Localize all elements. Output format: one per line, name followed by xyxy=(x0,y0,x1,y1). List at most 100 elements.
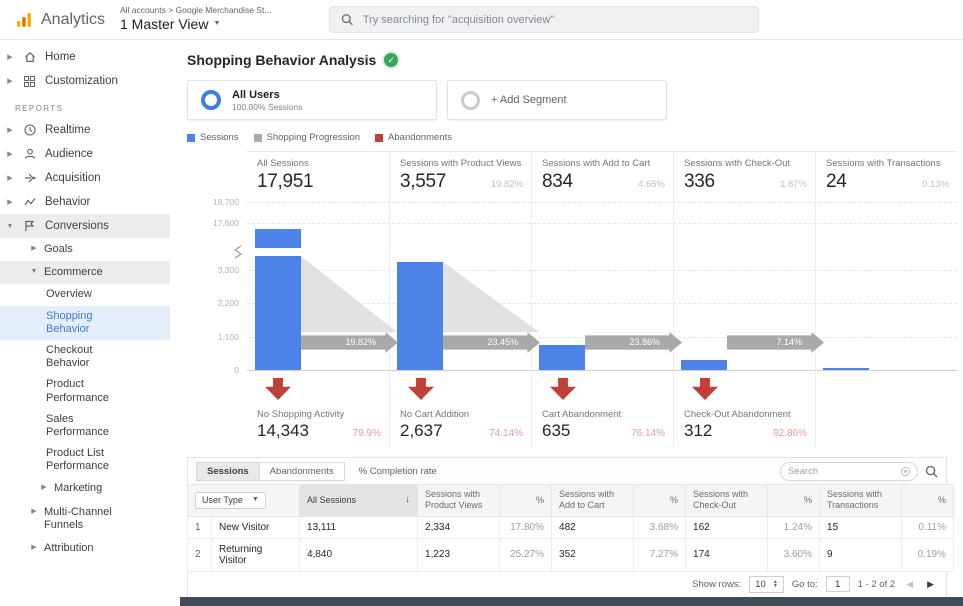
abandon-rate: 79.9% xyxy=(353,428,381,439)
funnel-stage-value: 3,557 xyxy=(400,171,446,193)
search-icon[interactable] xyxy=(925,465,938,478)
segment-all-users[interactable]: All Users 100.00% Sessions xyxy=(187,80,437,120)
sidebar-item-product-performance[interactable]: Product Performance xyxy=(0,374,170,408)
row-range: 1 - 2 of 2 xyxy=(858,579,896,590)
col-transactions-pct[interactable]: % xyxy=(902,485,954,517)
caret-right-icon: ▶ xyxy=(40,484,48,492)
prev-page-button[interactable]: ◀ xyxy=(903,579,916,590)
sidebar-item-label: Acquisition xyxy=(45,172,101,184)
caret-down-icon: ▼ xyxy=(30,268,38,276)
chart-gridline xyxy=(247,223,957,224)
cell-product-views-rate: 17.80% xyxy=(500,516,552,538)
col-all-sessions[interactable]: All Sessions ↓ xyxy=(300,485,418,517)
col-add-to-cart-pct[interactable]: % xyxy=(634,485,686,517)
goto-page-input[interactable] xyxy=(826,576,850,592)
app-name: Analytics xyxy=(41,11,105,29)
shopping-funnel: All Sessions17,951Sessions with Product … xyxy=(187,151,957,447)
progression-rate: 19.82% xyxy=(301,332,398,353)
legend-label: Sessions xyxy=(200,132,239,143)
table-toolbar: Sessions Abandonments % Completion rate xyxy=(187,457,947,484)
sidebar-item-audience[interactable]: ▶ Audience xyxy=(0,142,170,166)
advanced-search-icon[interactable] xyxy=(901,467,910,476)
col-product-views[interactable]: Sessions with Product Views xyxy=(418,485,500,517)
next-page-button[interactable]: ▶ xyxy=(924,579,937,590)
sidebar-item-goals[interactable]: ▶ Goals xyxy=(0,238,170,261)
segment-ring-icon xyxy=(201,90,221,110)
cell-add-to-cart: 482 xyxy=(552,516,634,538)
abandon-value: 635 xyxy=(542,421,570,441)
sidebar-item-conversions[interactable]: ▼ Conversions xyxy=(0,214,170,238)
breadcrumb[interactable]: All accounts > Google Merchandise St... xyxy=(120,5,271,16)
funnel-stage-header: Sessions with Check-Out3361.87% xyxy=(673,152,815,196)
global-search[interactable] xyxy=(329,6,759,33)
sidebar-item-marketing[interactable]: ▶ Marketing xyxy=(0,477,170,500)
sidebar-item-checkout-behavior[interactable]: Checkout Behavior xyxy=(0,340,170,374)
progression-rate: 23.45% xyxy=(443,332,540,353)
customization-icon xyxy=(22,76,37,87)
cell-user-type: New Visitor xyxy=(212,516,300,538)
completion-rate-label[interactable]: % Completion rate xyxy=(359,466,437,477)
funnel-stage-rate: 0.13% xyxy=(922,179,949,190)
col-checkout[interactable]: Sessions with Check-Out xyxy=(686,485,768,517)
view-selector[interactable]: 1 Master View ▼ xyxy=(120,16,271,34)
col-checkout-pct[interactable]: % xyxy=(768,485,820,517)
segment-name: All Users xyxy=(232,89,302,101)
table-search[interactable] xyxy=(780,462,918,481)
tab-sessions[interactable]: Sessions xyxy=(196,462,260,481)
table-row[interactable]: 2 Returning Visitor 4,840 1,223 25.27% 3… xyxy=(188,538,954,571)
abandon-value: 2,637 xyxy=(400,421,443,441)
table-search-input[interactable] xyxy=(788,466,896,477)
funnel-abandon-cell xyxy=(815,374,957,447)
sidebar-item-behavior[interactable]: ▶ Behavior xyxy=(0,190,170,214)
funnel-bar xyxy=(823,368,869,370)
progression-rate: 7.14% xyxy=(727,332,824,353)
funnel-stage-label: All Sessions xyxy=(257,158,381,169)
chart-gridline xyxy=(247,202,957,203)
col-product-views-pct[interactable]: % xyxy=(500,485,552,517)
cell-product-views: 1,223 xyxy=(418,538,500,571)
cell-add-to-cart: 352 xyxy=(552,538,634,571)
sidebar-item-label: Customization xyxy=(45,75,118,87)
abandon-label: No Cart Addition xyxy=(400,409,523,420)
show-rows-select[interactable]: 10 ▲▼ xyxy=(749,576,784,593)
progression-slope xyxy=(301,256,397,332)
conversions-flag-icon xyxy=(22,220,37,232)
sidebar-item-realtime[interactable]: ▶ Realtime xyxy=(0,118,170,142)
col-add-to-cart[interactable]: Sessions with Add to Cart xyxy=(552,485,634,517)
funnel-stage-value: 17,951 xyxy=(257,171,313,193)
row-index: 1 xyxy=(188,516,212,538)
sidebar-item-acquisition[interactable]: ▶ Acquisition xyxy=(0,166,170,190)
horizontal-scrollbar[interactable] xyxy=(180,597,963,606)
tab-abandonments[interactable]: Abandonments xyxy=(260,462,345,481)
funnel-headers: All Sessions17,951Sessions with Product … xyxy=(247,151,957,196)
y-axis-label: 0 xyxy=(189,365,239,375)
funnel-stage-header: Sessions with Add to Cart8344.65% xyxy=(531,152,673,196)
sidebar-item-shopping-behavior[interactable]: Shopping Behavior xyxy=(0,306,170,340)
sidebar-item-sales-performance[interactable]: Sales Performance xyxy=(0,409,170,443)
global-search-input[interactable] xyxy=(363,14,748,26)
legend-item-abandonments: Abandonments xyxy=(375,132,452,143)
audience-icon xyxy=(22,148,37,160)
user-type-dropdown[interactable]: User Type ▼ xyxy=(195,492,266,509)
cell-add-to-cart-rate: 7.27% xyxy=(634,538,686,571)
cell-user-type: Returning Visitor xyxy=(212,538,300,571)
sidebar-item-product-list-performance[interactable]: Product List Performance xyxy=(0,443,170,477)
table-footer: Show rows: 10 ▲▼ Go to: 1 - 2 of 2 ◀ ▶ xyxy=(187,572,947,598)
sidebar-item-label: Marketing xyxy=(54,482,102,495)
sidebar-item-attribution[interactable]: ▶ Attribution xyxy=(0,537,170,560)
caret-down-icon: ▼ xyxy=(6,223,14,230)
col-transactions[interactable]: Sessions with Transactions xyxy=(820,485,902,517)
funnel-bar xyxy=(397,262,443,370)
sidebar-item-multi-channel-funnels[interactable]: ▶ Multi-Channel Funnels xyxy=(0,501,170,537)
sidebar-item-overview[interactable]: Overview xyxy=(0,284,170,305)
sidebar-item-customization[interactable]: ▶ Customization xyxy=(0,69,170,93)
sidebar-item-home[interactable]: ▶ Home xyxy=(0,45,170,69)
y-axis-label: 3,300 xyxy=(189,265,239,275)
table-row[interactable]: 1 New Visitor 13,111 2,334 17.80% 482 3.… xyxy=(188,516,954,538)
legend-swatch-progression xyxy=(254,134,262,142)
cell-checkout: 162 xyxy=(686,516,768,538)
sidebar-item-ecommerce[interactable]: ▼ Ecommerce xyxy=(0,261,170,284)
logo-area[interactable]: Analytics xyxy=(0,10,120,30)
funnel-abandon-cell: Cart Abandonment63576.14% xyxy=(531,374,673,447)
add-segment-button[interactable]: + Add Segment xyxy=(447,80,667,120)
